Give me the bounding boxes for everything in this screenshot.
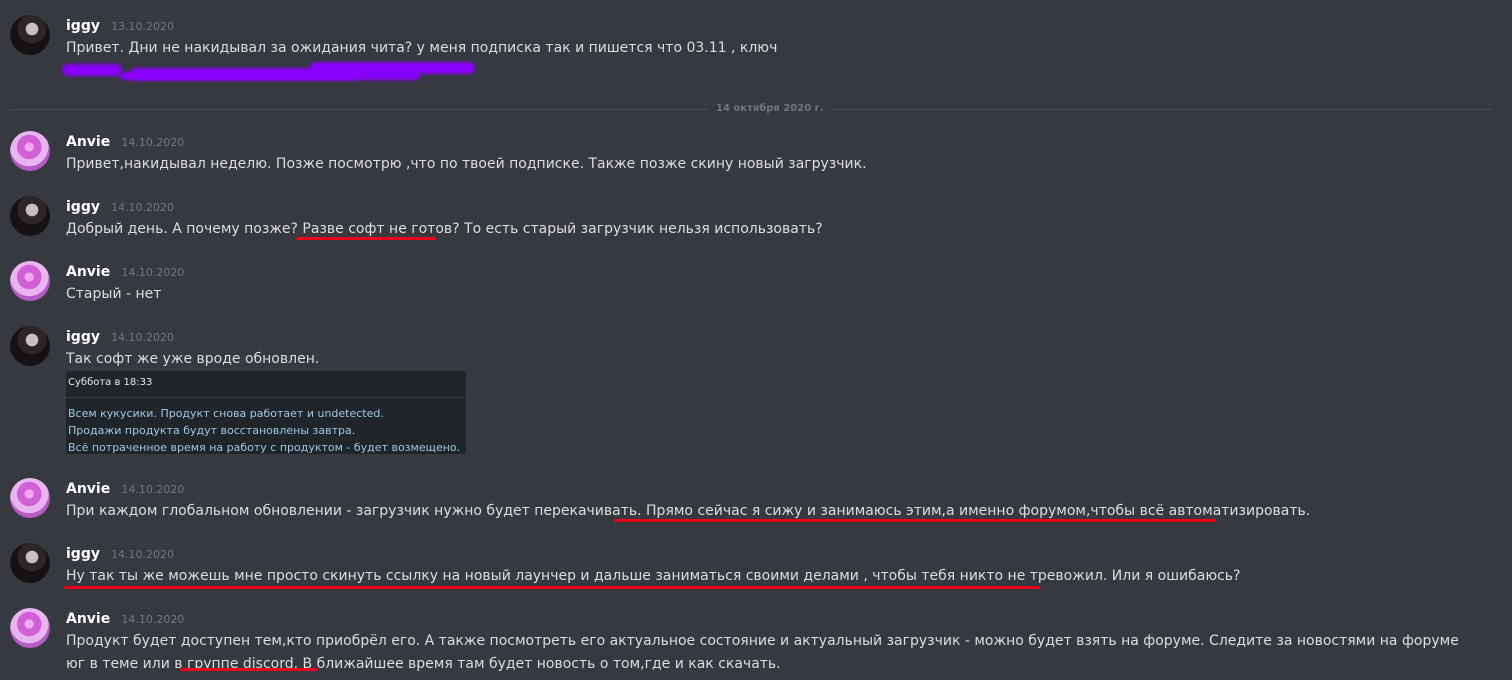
author-name[interactable]: iggy: [66, 329, 100, 345]
message-text: Старый - нет: [66, 286, 162, 302]
attachment-line: Всё потраченное время на работу с продук…: [68, 441, 461, 454]
attachment-line: Всем кукусики. Продукт снова работает и …: [68, 407, 384, 420]
avatar[interactable]: [10, 543, 50, 583]
attachment-line: Продажи продукта будут восстановлены зав…: [68, 424, 356, 437]
avatar[interactable]: [10, 478, 50, 518]
avatar[interactable]: [10, 196, 50, 236]
author-name[interactable]: Anvie: [66, 134, 110, 150]
message-text: Привет,накидывал неделю. Позже посмотрю …: [66, 156, 867, 172]
red-underline-mark: [614, 519, 1216, 522]
avatar[interactable]: [10, 326, 50, 366]
attachment-title: Суббота в 18:33: [68, 377, 153, 388]
author-name[interactable]: Anvie: [66, 611, 110, 627]
message-timestamp: 14.10.2020: [121, 483, 185, 496]
message-text: Привет. Дни не накидывал за ожидания чит…: [66, 40, 778, 56]
author-name[interactable]: iggy: [66, 18, 100, 34]
message-text: Ну так ты же можешь мне просто скинуть с…: [66, 568, 1241, 584]
message-text: Так софт же уже вроде обновлен.: [66, 351, 320, 367]
avatar[interactable]: [10, 131, 50, 171]
avatar[interactable]: [10, 261, 50, 301]
red-underline-mark: [64, 586, 1040, 589]
image-attachment[interactable]: Суббота в 18:33 Всем кукусики. Продукт с…: [66, 371, 466, 454]
author-name[interactable]: Anvie: [66, 481, 110, 497]
author-name[interactable]: iggy: [66, 546, 100, 562]
message-text: Добрый день. А почему позже? Разве софт …: [66, 221, 823, 237]
red-underline-mark: [296, 237, 436, 240]
author-name[interactable]: iggy: [66, 199, 100, 215]
message-timestamp: 14.10.2020: [111, 331, 175, 344]
message-timestamp: 14.10.2020: [111, 201, 175, 214]
message-timestamp: 14.10.2020: [121, 266, 185, 279]
avatar[interactable]: [10, 15, 50, 55]
message-timestamp: 14.10.2020: [121, 613, 185, 626]
attachment-divider: [66, 397, 466, 398]
red-underline-mark: [180, 668, 318, 671]
avatar[interactable]: [10, 608, 50, 648]
message-timestamp: 13.10.2020: [111, 20, 175, 33]
date-divider-label: 14 октября 2020 г.: [708, 102, 832, 116]
message-timestamp: 14.10.2020: [111, 548, 175, 561]
chat-log: iggy 13.10.2020 Привет. Дни не накидывал…: [0, 0, 1512, 680]
message-timestamp: 14.10.2020: [121, 136, 185, 149]
author-name[interactable]: Anvie: [66, 264, 110, 280]
redaction-scribble: [60, 58, 480, 86]
